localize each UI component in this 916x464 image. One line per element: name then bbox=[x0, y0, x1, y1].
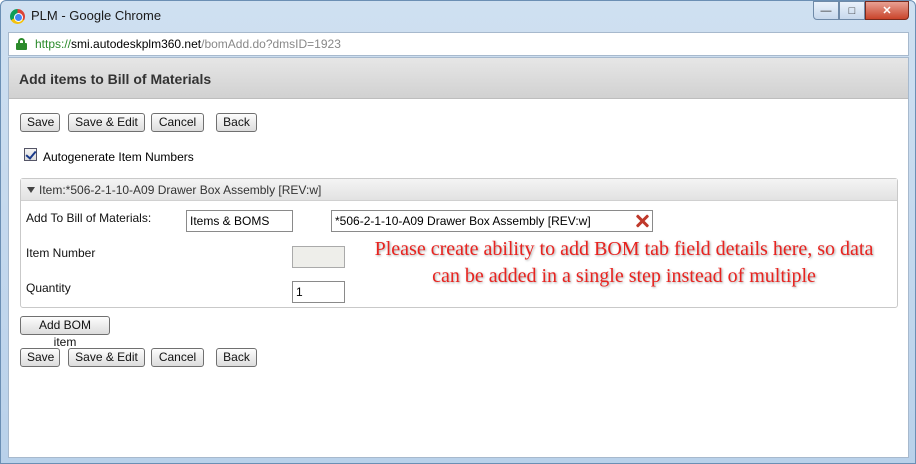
window-title: PLM - Google Chrome bbox=[31, 8, 162, 23]
page-header: Add items to Bill of Materials bbox=[9, 58, 908, 99]
url-text[interactable]: https://smi.autodeskplm360.net/bomAdd.do… bbox=[35, 37, 341, 51]
minimize-button[interactable]: — bbox=[813, 1, 839, 20]
save-button[interactable]: Save bbox=[20, 113, 60, 132]
remove-icon[interactable] bbox=[635, 214, 649, 228]
url-path: /bomAdd.do?dmsID=1923 bbox=[201, 37, 341, 51]
parent-item-value: *506-2-1-10-A09 Drawer Box Assembly [REV… bbox=[335, 214, 591, 228]
address-bar[interactable]: https://smi.autodeskplm360.net/bomAdd.do… bbox=[8, 32, 909, 56]
close-button[interactable]: ✕ bbox=[865, 1, 909, 20]
add-bom-item-button[interactable]: Add BOM item bbox=[20, 316, 110, 349]
workspace-input[interactable]: Items & BOMS bbox=[186, 210, 293, 232]
autogenerate-label: Autogenerate Item Numbers bbox=[43, 150, 194, 164]
save-button-bottom[interactable]: Save bbox=[20, 348, 60, 367]
title-bar[interactable]: PLM - Google Chrome — □ ✕ bbox=[1, 1, 915, 31]
url-scheme: https:// bbox=[35, 37, 72, 51]
parent-item-input[interactable]: *506-2-1-10-A09 Drawer Box Assembly [REV… bbox=[331, 210, 653, 232]
cancel-button-bottom[interactable]: Cancel bbox=[151, 348, 204, 367]
add-to-bom-label: Add To Bill of Materials: bbox=[26, 211, 152, 225]
lock-icon bbox=[16, 38, 27, 50]
item-panel-header[interactable]: Item:*506-2-1-10-A09 Drawer Box Assembly… bbox=[21, 179, 897, 201]
autogenerate-checkbox[interactable] bbox=[24, 148, 37, 161]
browser-window: PLM - Google Chrome — □ ✕ https://smi.au… bbox=[0, 0, 916, 464]
item-number-label: Item Number bbox=[26, 246, 96, 260]
save-and-edit-button-bottom[interactable]: Save & Edit bbox=[68, 348, 145, 367]
collapse-caret-icon[interactable] bbox=[27, 187, 35, 193]
back-button-bottom[interactable]: Back bbox=[216, 348, 257, 367]
quantity-label: Quantity bbox=[26, 281, 71, 295]
window-controls: — □ ✕ bbox=[813, 1, 909, 20]
save-and-edit-button[interactable]: Save & Edit bbox=[68, 113, 145, 132]
maximize-button[interactable]: □ bbox=[839, 1, 865, 20]
item-number-input bbox=[292, 246, 345, 268]
page-content: Add items to Bill of Materials Save Save… bbox=[8, 57, 909, 458]
url-host: smi.autodeskplm360.net bbox=[71, 37, 202, 51]
quantity-input[interactable]: 1 bbox=[292, 281, 345, 303]
annotation-note: Please create ability to add BOM tab fie… bbox=[374, 238, 874, 287]
page-title: Add items to Bill of Materials bbox=[19, 71, 212, 87]
chrome-icon bbox=[10, 9, 25, 24]
back-button[interactable]: Back bbox=[216, 113, 257, 132]
cancel-button[interactable]: Cancel bbox=[151, 113, 204, 132]
item-panel-title: Item:*506-2-1-10-A09 Drawer Box Assembly… bbox=[39, 183, 322, 197]
